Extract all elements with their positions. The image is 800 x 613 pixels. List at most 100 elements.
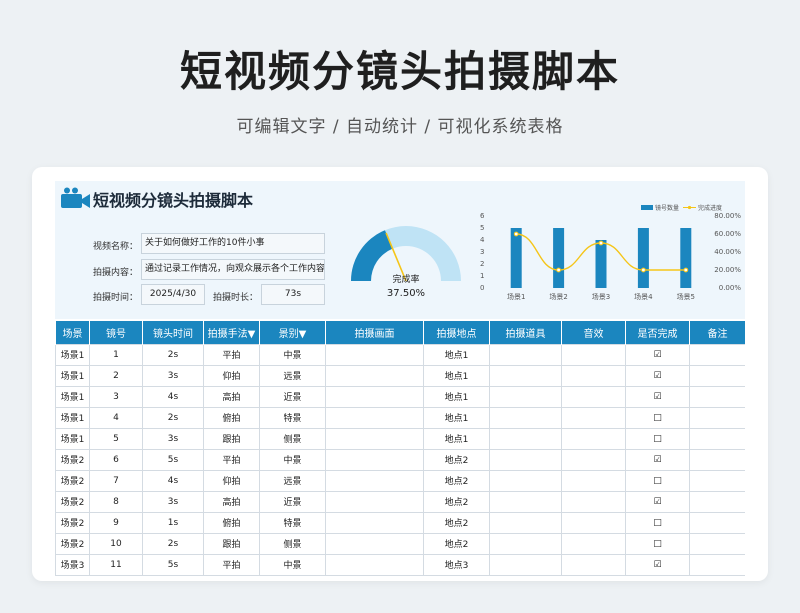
scene-cell[interactable]: 场景1 — [55, 385, 90, 408]
prop-cell[interactable] — [489, 406, 562, 429]
scene-cell[interactable]: 场景2 — [55, 490, 90, 513]
method-cell[interactable]: 俯拍 — [203, 511, 260, 534]
location-cell[interactable]: 地点1 — [423, 343, 490, 366]
shot-number-cell[interactable]: 3 — [89, 385, 143, 408]
note-cell[interactable] — [689, 532, 745, 555]
sound-cell[interactable] — [561, 385, 626, 408]
shot-number-cell[interactable]: 4 — [89, 406, 143, 429]
sound-cell[interactable] — [561, 532, 626, 555]
location-cell[interactable]: 地点3 — [423, 553, 490, 576]
duration-cell[interactable]: 3s — [142, 490, 204, 513]
shot-number-cell[interactable]: 10 — [89, 532, 143, 555]
location-cell[interactable]: 地点2 — [423, 448, 490, 471]
sound-cell[interactable] — [561, 553, 626, 576]
note-cell[interactable] — [689, 427, 745, 450]
shot-number-cell[interactable]: 11 — [89, 553, 143, 576]
frame-cell[interactable] — [325, 490, 424, 513]
scene-cell[interactable]: 场景2 — [55, 511, 90, 534]
method-cell[interactable]: 仰拍 — [203, 364, 260, 387]
location-cell[interactable]: 地点1 — [423, 406, 490, 429]
note-cell[interactable] — [689, 448, 745, 471]
done-checkbox[interactable]: □ — [625, 511, 690, 534]
sound-cell[interactable] — [561, 490, 626, 513]
method-cell[interactable]: 仰拍 — [203, 469, 260, 492]
done-checkbox[interactable]: □ — [625, 406, 690, 429]
done-checkbox[interactable]: ☑ — [625, 553, 690, 576]
done-checkbox[interactable]: ☑ — [625, 343, 690, 366]
shot-size-cell[interactable]: 特景 — [259, 406, 326, 429]
note-cell[interactable] — [689, 511, 745, 534]
sound-cell[interactable] — [561, 469, 626, 492]
frame-cell[interactable] — [325, 448, 424, 471]
duration-cell[interactable]: 3s — [142, 427, 204, 450]
frame-cell[interactable] — [325, 511, 424, 534]
video-name-field[interactable]: 关于如何做好工作的10件小事 — [141, 233, 325, 254]
shot-number-cell[interactable]: 8 — [89, 490, 143, 513]
column-header[interactable]: 景别▼ — [259, 321, 326, 344]
method-cell[interactable]: 平拍 — [203, 343, 260, 366]
method-cell[interactable]: 俯拍 — [203, 406, 260, 429]
frame-cell[interactable] — [325, 364, 424, 387]
frame-cell[interactable] — [325, 532, 424, 555]
done-checkbox[interactable]: ☑ — [625, 490, 690, 513]
location-cell[interactable]: 地点1 — [423, 364, 490, 387]
sound-cell[interactable] — [561, 511, 626, 534]
scene-cell[interactable]: 场景1 — [55, 427, 90, 450]
done-checkbox[interactable]: □ — [625, 469, 690, 492]
prop-cell[interactable] — [489, 343, 562, 366]
prop-cell[interactable] — [489, 448, 562, 471]
done-checkbox[interactable]: □ — [625, 532, 690, 555]
prop-cell[interactable] — [489, 364, 562, 387]
shot-size-cell[interactable]: 侧景 — [259, 427, 326, 450]
shot-number-cell[interactable]: 9 — [89, 511, 143, 534]
location-cell[interactable]: 地点2 — [423, 490, 490, 513]
prop-cell[interactable] — [489, 469, 562, 492]
done-checkbox[interactable]: ☑ — [625, 448, 690, 471]
duration-cell[interactable]: 5s — [142, 448, 204, 471]
location-cell[interactable]: 地点2 — [423, 469, 490, 492]
shot-size-cell[interactable]: 侧景 — [259, 532, 326, 555]
shot-size-cell[interactable]: 中景 — [259, 343, 326, 366]
scene-cell[interactable]: 场景2 — [55, 469, 90, 492]
duration-cell[interactable]: 5s — [142, 553, 204, 576]
shot-size-cell[interactable]: 特景 — [259, 511, 326, 534]
prop-cell[interactable] — [489, 385, 562, 408]
prop-cell[interactable] — [489, 553, 562, 576]
frame-cell[interactable] — [325, 385, 424, 408]
method-cell[interactable]: 平拍 — [203, 553, 260, 576]
method-cell[interactable]: 跟拍 — [203, 532, 260, 555]
shot-number-cell[interactable]: 6 — [89, 448, 143, 471]
shoot-time-field[interactable]: 2025/4/30 — [141, 284, 205, 305]
frame-cell[interactable] — [325, 553, 424, 576]
sound-cell[interactable] — [561, 364, 626, 387]
prop-cell[interactable] — [489, 427, 562, 450]
scene-cell[interactable]: 场景1 — [55, 406, 90, 429]
note-cell[interactable] — [689, 469, 745, 492]
duration-field[interactable]: 73s — [261, 284, 325, 305]
note-cell[interactable] — [689, 364, 745, 387]
scene-cell[interactable]: 场景1 — [55, 364, 90, 387]
content-field[interactable]: 通过记录工作情况，向观众展示各个工作内容 — [141, 259, 325, 280]
duration-cell[interactable]: 3s — [142, 364, 204, 387]
note-cell[interactable] — [689, 343, 745, 366]
done-checkbox[interactable]: ☑ — [625, 364, 690, 387]
duration-cell[interactable]: 2s — [142, 532, 204, 555]
method-cell[interactable]: 平拍 — [203, 448, 260, 471]
prop-cell[interactable] — [489, 532, 562, 555]
scene-cell[interactable]: 场景1 — [55, 343, 90, 366]
duration-cell[interactable]: 4s — [142, 469, 204, 492]
scene-cell[interactable]: 场景3 — [55, 553, 90, 576]
prop-cell[interactable] — [489, 490, 562, 513]
shot-number-cell[interactable]: 2 — [89, 364, 143, 387]
done-checkbox[interactable]: □ — [625, 427, 690, 450]
scene-cell[interactable]: 场景2 — [55, 448, 90, 471]
shot-size-cell[interactable]: 近景 — [259, 385, 326, 408]
frame-cell[interactable] — [325, 469, 424, 492]
shot-number-cell[interactable]: 7 — [89, 469, 143, 492]
location-cell[interactable]: 地点1 — [423, 385, 490, 408]
location-cell[interactable]: 地点2 — [423, 511, 490, 534]
done-checkbox[interactable]: ☑ — [625, 385, 690, 408]
note-cell[interactable] — [689, 553, 745, 576]
scene-cell[interactable]: 场景2 — [55, 532, 90, 555]
shot-number-cell[interactable]: 1 — [89, 343, 143, 366]
